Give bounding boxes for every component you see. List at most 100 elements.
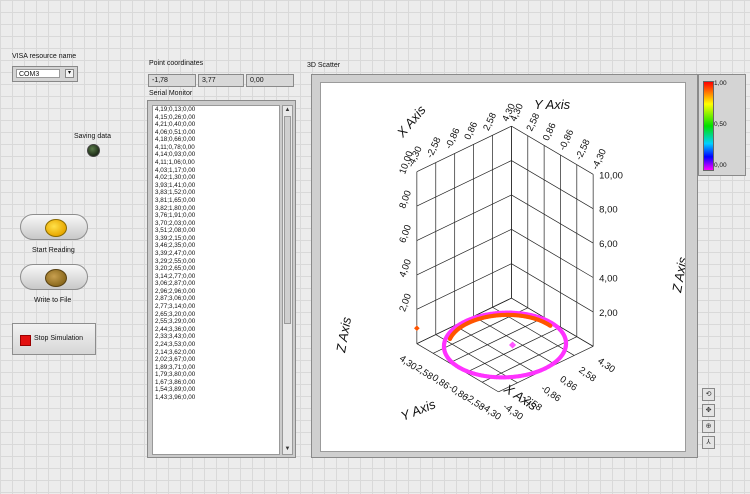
z-axis-tick-label-left: 6,00 [397,223,414,244]
serial-line: 4,18;0,66;0,00 [155,136,196,144]
x-axis-top-tick-label: 0,86 [462,120,480,141]
scroll-down-icon[interactable]: ▼ [283,445,292,454]
serial-line: 4,11;1,06;0,00 [155,159,195,167]
serial-line: 3,20;2,65;0,00 [155,265,196,273]
serial-line: 2,02;3,67;0,00 [155,356,196,364]
z-axis-tick-label-left: 8,00 [397,189,414,210]
z-axis-tick-label-right: 2,00 [599,308,618,319]
colorbar-max: 1,00 [714,80,727,87]
serial-monitor-scrollbar[interactable]: ▲ ▼ [282,105,293,455]
scatter-3d-svg: -4,30-4,30-4,30-4,30-2,58 -2,58-2,58-2,58… [333,97,690,424]
serial-line: 2,55;3,29;0,00 [155,318,196,326]
serial-line: 3,82;1,80;0,00 [155,204,196,212]
x-axis-top-tick-label: -2,58 [425,136,444,160]
serial-line: 4,11;0,78;0,00 [155,143,195,151]
y-axis-top-tick-label: -2,58 [574,138,593,162]
serial-line: 3,83;1,52;0,00 [155,189,196,197]
y-axis-title: Y Axis [399,396,439,424]
serial-line: 3,29;2,55;0,00 [155,257,196,265]
serial-line: 1,54;3,89;0,00 [155,386,196,394]
visa-resource-select[interactable]: COM3 ▾ [12,66,78,82]
scatter-3d-frame: -4,30 -4,30 -4,30 -4,30 -2,58 -2,58 -2,58 -2,58… [311,74,698,458]
coord-x-field: -1,78 [148,74,196,87]
serial-line: 1,43;3,96;0,00 [155,393,196,401]
serial-line: 3,51;2,08;0,00 [155,227,196,235]
serial-line: 3,14;2,77;0,00 [155,272,196,280]
z-axis-tick-label-right: 10,00 [599,170,623,181]
serial-line: 4,06;0,51;0,00 [155,128,196,136]
serial-monitor-text[interactable]: 4,19;0,13;0,00 4,15;0,26;0,00 4,21;0,40;0,… [152,105,280,455]
serial-line: 1,79;3,80;0,00 [155,371,196,379]
y-axis-top-tick-label: 0,86 [541,121,559,142]
side-wall-grid-line [511,194,594,244]
rotate-icon[interactable]: ⟲ [702,388,715,401]
x-axis-tick-label: 4,30 [595,356,616,376]
z-axis-tick-label-right: 4,00 [599,273,618,284]
serial-line: 2,33;3,43;0,00 [155,333,196,341]
serial-line: 4,02;1,30;0,00 [155,174,196,182]
scroll-up-icon[interactable]: ▲ [283,106,292,115]
serial-line: 2,65;3,20;0,00 [155,310,196,318]
z-axis-tick-label-left: 2,00 [397,292,414,313]
serial-monitor-label: Serial Monitor [149,90,193,97]
x-axis-tick-label: -0,86 [539,383,563,404]
serial-line: 3,81;1,65;0,00 [155,196,196,204]
serial-line: 2,96;2,96;0,00 [155,287,196,295]
serial-line: 4,14;0,93;0,00 [155,151,196,159]
serial-line: 2,14;3,62;0,00 [155,348,196,356]
coord-z-field: 0,00 [246,74,294,87]
z-axis-title-right: Z Axis [669,255,685,294]
serial-line: 2,24;3,53;0,00 [155,340,196,348]
trace-point [548,323,553,328]
point-coordinates-label: Point coordinates [149,60,204,67]
scatter-3d-plot[interactable]: -4,30 -4,30 -4,30 -4,30 -2,58 -2,58 -2,58 -2,58… [320,82,690,452]
marker-point [414,325,420,332]
serial-line: 3,46;2,35;0,00 [155,242,196,250]
pan-icon[interactable]: ✥ [702,404,715,417]
z-axis-tick-label-right: 8,00 [599,205,618,216]
serial-line: 3,70;2,03;0,00 [155,219,196,227]
serial-line: 3,93;1,41;0,00 [155,181,196,189]
x-axis-tick-label: 0,86 [558,374,579,394]
serial-line: 2,44;3,36;0,00 [155,325,196,333]
x-axis-top-tick-label: -0,86 [443,126,462,150]
coord-y-field: 3,77 [198,74,244,87]
side-wall-grid-line [511,160,594,209]
zoom-icon[interactable]: ⊕ [702,420,715,433]
scroll-thumb[interactable] [284,116,291,324]
y-axis-top-tick-label: -4,30 [590,147,609,171]
serial-line: 2,77;3,14;0,00 [155,303,196,311]
floor-grid-line [454,325,537,374]
back-wall-grid-line [416,160,512,207]
stop-icon [20,335,31,346]
back-wall-grid-line [416,263,512,310]
axes-icon[interactable]: ⅄ [702,436,715,449]
serial-line: 1,89;3,71;0,00 [155,363,196,371]
x-axis-title-top: X Axis [393,102,429,141]
back-wall-grid-line [416,229,512,276]
y-axis-title-top: Y Axis [534,97,571,112]
stop-simulation-label: Stop Simulation [34,335,84,342]
serial-line: 4,19;0,13;0,00 [155,106,196,113]
chevron-down-icon[interactable]: ▾ [65,69,74,78]
back-wall-grid-line [416,194,512,241]
serial-line: 3,76;1,91;0,00 [155,212,196,220]
start-reading-button[interactable] [20,214,88,240]
colorbar [703,81,714,171]
visa-resource-value[interactable]: COM3 [16,69,60,78]
y-axis-top-tick-label: 2,58 [525,112,543,133]
visa-resource-label: VISA resource name [12,53,77,60]
y-axis-top-tick-label: -0,86 [557,128,576,152]
x-axis-tick-label: 2,58 [577,365,598,385]
side-wall-grid-line [511,229,594,278]
stop-simulation-button[interactable]: Stop Simulation [12,323,96,355]
lamp-icon [45,269,67,287]
serial-line: 2,87;3,06;0,00 [155,295,196,303]
serial-monitor: 4,19;0,13;0,00 4,15;0,26;0,00 4,21;0,40;0,… [147,100,296,458]
side-wall-grid-line [511,263,594,313]
z-axis-tick-label-right: 6,00 [599,239,618,250]
saving-data-led [87,144,100,157]
start-reading-label: Start Reading [32,247,75,254]
write-to-file-button[interactable] [20,264,88,290]
x-axis-top-tick-label: 2,58 [481,111,499,132]
